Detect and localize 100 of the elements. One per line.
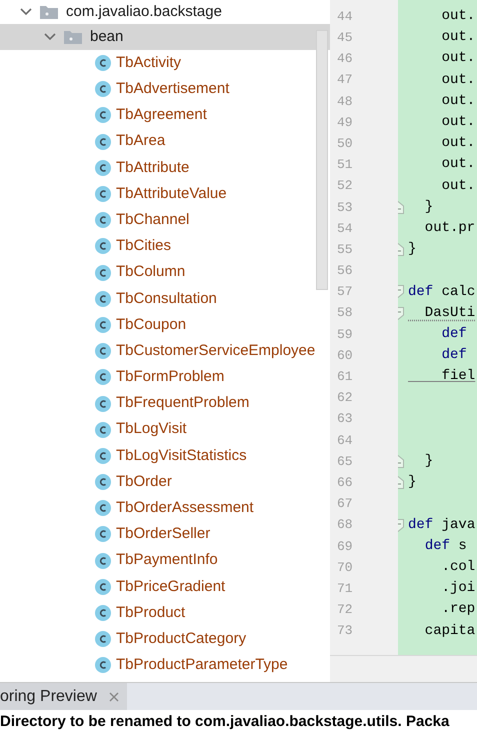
code-line: def java: [408, 516, 476, 535]
line-number: 73: [337, 622, 353, 640]
package-label: bean: [90, 26, 124, 47]
class-label[interactable]: TbLogVisitStatistics: [116, 444, 247, 468]
class-label[interactable]: TbChannel: [116, 208, 190, 232]
class-label[interactable]: TbArea: [116, 130, 166, 153]
code-line: out.: [440, 113, 476, 132]
class-icon: [95, 160, 111, 176]
line-number: 53: [337, 198, 353, 217]
code-line: capita: [424, 622, 476, 641]
class-label[interactable]: TbProductCategory: [116, 628, 246, 650]
line-number: 71: [337, 580, 353, 598]
line-number: 50: [337, 134, 353, 153]
line-number: 49: [337, 114, 353, 132]
class-icon: [95, 186, 111, 202]
class-icon: [95, 343, 111, 360]
code-line: def s: [424, 536, 468, 556]
tree-row[interactable]: bean: [0, 24, 330, 50]
chevron-icon[interactable]: [44, 33, 56, 41]
class-icon: [95, 134, 111, 150]
code-line: }: [424, 452, 434, 472]
code-line: }: [408, 473, 416, 492]
class-icon: [95, 369, 111, 386]
line-number: 60: [337, 346, 353, 365]
class-label[interactable]: TbAttributeValue: [116, 182, 227, 206]
code-line: out.: [440, 7, 476, 26]
close-icon[interactable]: [108, 692, 119, 702]
code-line: .col: [440, 558, 476, 577]
package-label[interactable]: com.javaliao.backstage: [66, 0, 222, 24]
class-label[interactable]: TbLogVisit: [116, 418, 187, 441]
class-label[interactable]: TbCities: [116, 235, 172, 258]
line-number: 66: [337, 474, 353, 492]
code-line: }: [408, 240, 416, 260]
class-icon: [95, 526, 111, 542]
folder-icon: [40, 5, 58, 19]
line-number: 67: [337, 495, 353, 514]
line-number: 61: [337, 368, 353, 386]
code-line: out.: [440, 28, 476, 48]
class-label[interactable]: TbCustomerServiceEmployee: [116, 340, 316, 362]
class-label[interactable]: TbOrderSeller: [116, 523, 210, 546]
class-label[interactable]: TbPriceGradient: [116, 576, 226, 598]
class-label[interactable]: TbColumn: [116, 261, 186, 284]
class-icon: [95, 422, 111, 438]
line-number: 46: [337, 50, 353, 68]
line-number: 68: [337, 516, 353, 534]
class-label[interactable]: TbAdvertisement: [116, 78, 230, 101]
code-line: out.: [440, 92, 476, 111]
class-icon: [95, 212, 111, 228]
code-line: out.: [440, 155, 476, 174]
class-label[interactable]: TbAgreement: [116, 104, 207, 127]
folder-icon: [64, 30, 82, 44]
line-number: 44: [337, 8, 353, 26]
class-label[interactable]: TbFormProblem: [116, 366, 224, 389]
line-number: 64: [337, 432, 353, 450]
code-line: def: [440, 324, 468, 344]
line-number: 72: [337, 601, 353, 620]
class-icon: [95, 290, 111, 307]
panel-tab[interactable]: oring Preview: [0, 683, 127, 710]
code-line: .joi: [440, 579, 476, 598]
class-label[interactable]: TbPaymentInfo: [116, 549, 218, 572]
scrollbar[interactable]: [316, 30, 328, 290]
code-line: out.: [440, 49, 476, 68]
line-number: 70: [337, 558, 353, 577]
line-number: 52: [337, 177, 353, 196]
line-number: 59: [337, 326, 353, 344]
class-label[interactable]: TbConsultation: [116, 288, 217, 310]
line-number: 47: [337, 71, 353, 90]
line-number: 54: [337, 220, 353, 238]
class-label[interactable]: TbOrder: [116, 470, 172, 494]
class-label[interactable]: TbAttribute: [116, 156, 190, 180]
class-label[interactable]: TbProductParameterType: [116, 654, 288, 677]
code-line: .rep: [440, 600, 476, 620]
code-line: out.: [440, 134, 476, 154]
code-line: fiel: [440, 367, 476, 386]
class-icon: [95, 605, 111, 622]
line-number: 65: [337, 452, 353, 471]
class-icon: [95, 316, 111, 333]
line-number: 57: [337, 283, 353, 302]
class-label[interactable]: TbCoupon: [116, 314, 186, 336]
class-icon: [95, 448, 111, 464]
line-number: 63: [337, 410, 353, 428]
code-line: }: [424, 198, 434, 217]
class-icon: [95, 264, 111, 281]
line-number: 62: [337, 389, 353, 408]
class-label[interactable]: TbProduct: [116, 602, 186, 624]
class-icon: [95, 631, 111, 648]
class-label[interactable]: TbFrequentProblem: [116, 392, 250, 415]
chevron-icon[interactable]: [20, 8, 32, 16]
code-line: DasUti: [424, 304, 476, 323]
class-label[interactable]: TbOrderAssessment: [116, 497, 254, 520]
message-text: Directory to be renamed to com.javaliao.backstage.utils. Packa: [0, 712, 450, 732]
class-icon: [95, 474, 111, 490]
class-label[interactable]: TbActivity: [116, 52, 182, 74]
line-number: 58: [337, 304, 353, 322]
code-line: def calc: [408, 282, 476, 302]
line-number: 55: [337, 240, 353, 259]
class-icon: [95, 552, 111, 569]
line-number: 48: [337, 92, 353, 111]
class-icon: [95, 578, 111, 595]
line-number: 69: [337, 538, 353, 556]
